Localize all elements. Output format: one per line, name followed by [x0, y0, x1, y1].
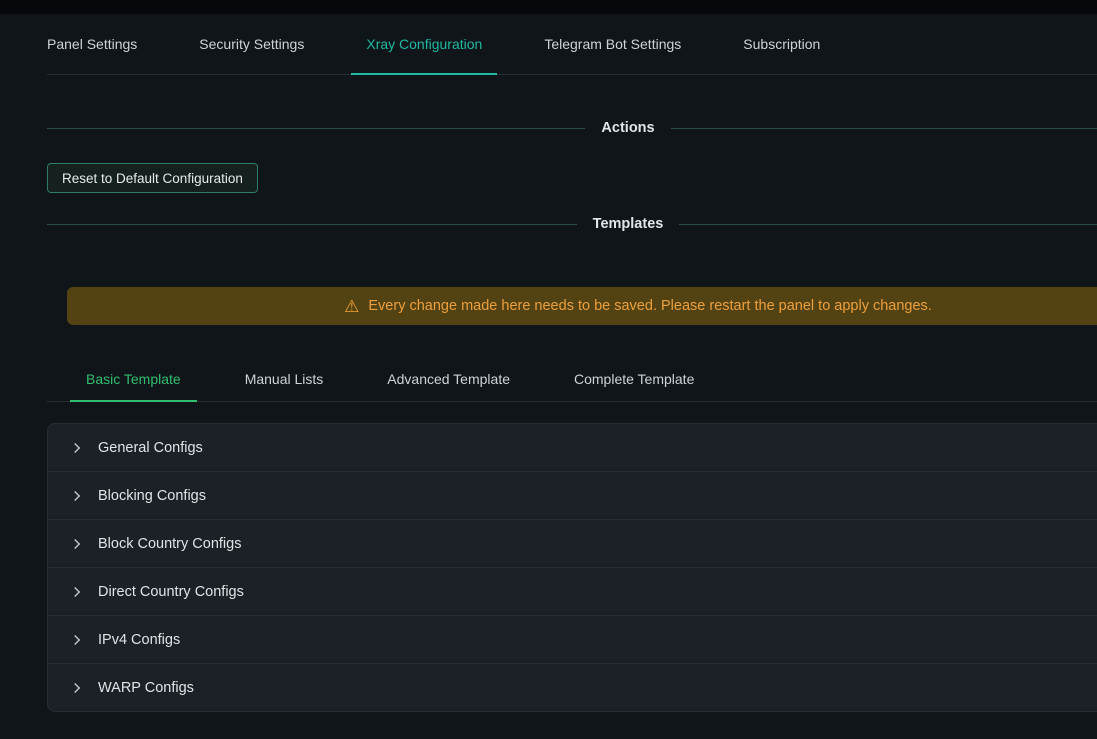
restart-warning-alert: ⚠ Every change made here needs to be sav… — [67, 287, 1097, 325]
accordion-item-label: Block Country Configs — [98, 536, 241, 552]
xray-settings-page: Panel Settings Security Settings Xray Co… — [0, 0, 1097, 739]
accordion-item-warp-configs[interactable]: WARP Configs — [48, 664, 1097, 711]
chevron-right-icon — [71, 634, 83, 646]
accordion-item-block-country-configs[interactable]: Block Country Configs — [48, 520, 1097, 568]
accordion-item-blocking-configs[interactable]: Blocking Configs — [48, 472, 1097, 520]
settings-tab-bar: Panel Settings Security Settings Xray Co… — [47, 14, 1097, 75]
tab-panel-settings[interactable]: Panel Settings — [47, 14, 137, 74]
chevron-right-icon — [71, 586, 83, 598]
tab-xray-configuration[interactable]: Xray Configuration — [366, 14, 482, 74]
chevron-right-icon — [71, 442, 83, 454]
templates-section-title: Templates — [593, 216, 664, 232]
actions-section-divider: Actions — [47, 117, 1097, 139]
content-wrapper: Panel Settings Security Settings Xray Co… — [47, 14, 1097, 712]
accordion-item-ipv4-configs[interactable]: IPv4 Configs — [48, 616, 1097, 664]
tab-advanced-template[interactable]: Advanced Template — [371, 357, 526, 401]
accordion-item-label: Blocking Configs — [98, 488, 206, 504]
accordion-item-label: WARP Configs — [98, 680, 194, 696]
tab-manual-lists[interactable]: Manual Lists — [229, 357, 340, 401]
config-accordion: General Configs Blocking Configs Block C… — [47, 423, 1097, 712]
template-tab-bar: Basic Template Manual Lists Advanced Tem… — [47, 357, 1097, 402]
accordion-item-direct-country-configs[interactable]: Direct Country Configs — [48, 568, 1097, 616]
accordion-item-label: Direct Country Configs — [98, 584, 244, 600]
actions-section-title: Actions — [601, 120, 654, 136]
chevron-right-icon — [71, 538, 83, 550]
accordion-item-label: IPv4 Configs — [98, 632, 180, 648]
tab-telegram-bot-settings[interactable]: Telegram Bot Settings — [544, 14, 681, 74]
reset-to-default-button[interactable]: Reset to Default Configuration — [47, 163, 258, 193]
tab-security-settings[interactable]: Security Settings — [199, 14, 304, 74]
tab-basic-template[interactable]: Basic Template — [70, 357, 197, 401]
chevron-right-icon — [71, 682, 83, 694]
tab-complete-template[interactable]: Complete Template — [558, 357, 710, 401]
tab-subscription[interactable]: Subscription — [743, 14, 820, 74]
chevron-right-icon — [71, 490, 83, 502]
window-top-strip — [0, 0, 1097, 14]
accordion-item-general-configs[interactable]: General Configs — [48, 424, 1097, 472]
templates-section-divider: Templates — [47, 213, 1097, 235]
accordion-item-label: General Configs — [98, 440, 203, 456]
restart-warning-text: Every change made here needs to be saved… — [368, 298, 931, 314]
warning-triangle-icon: ⚠ — [344, 298, 359, 315]
